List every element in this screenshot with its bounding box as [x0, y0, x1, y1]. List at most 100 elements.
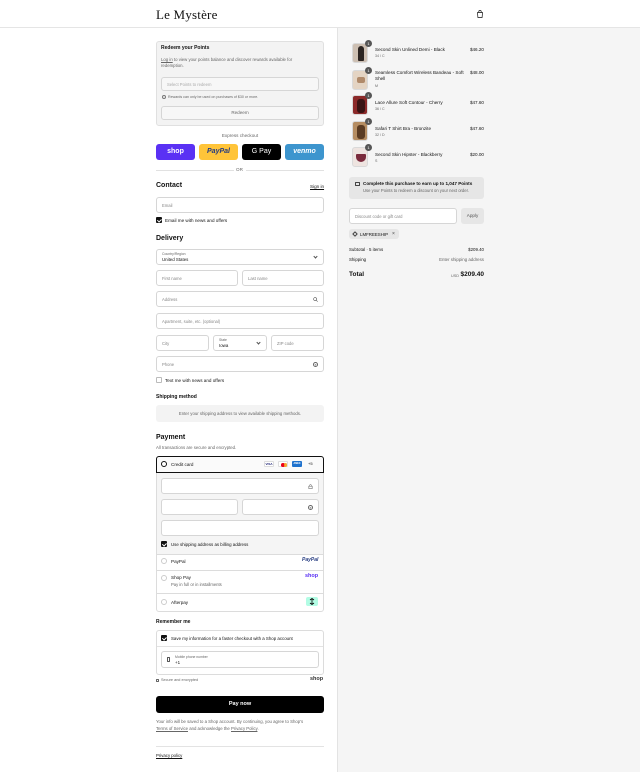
pay-now-button[interactable]: Pay now [156, 696, 324, 713]
email-field[interactable]: Email [156, 197, 324, 213]
chevron-down-icon [313, 254, 318, 259]
address-placeholder: Address [162, 297, 178, 302]
first-name-field[interactable]: First name [156, 270, 238, 286]
amex-icon: AMEX [292, 461, 302, 467]
terms-link[interactable]: Terms of Service [156, 726, 188, 731]
shop-pay-radio[interactable] [161, 575, 167, 581]
item-name: Second Skin Hipster - Blackberry [375, 152, 443, 157]
expiration-date-field[interactable] [161, 499, 238, 515]
delivery-title: Delivery [156, 235, 184, 242]
item-name: Seamless Comfort Wireless Bandeau - Soft… [375, 70, 464, 81]
legal-line1: Your info will be saved to a Shop accoun… [156, 719, 304, 724]
google-pay-label: G Pay [251, 148, 272, 155]
shipping-method-message: Enter your shipping address to view avai… [178, 411, 302, 416]
shop-pay-subtext: Pay in full or in installments [171, 582, 222, 587]
close-icon[interactable]: × [392, 231, 395, 237]
total-value: $209.40 [460, 271, 485, 278]
item-variant: 34 / C [375, 54, 385, 58]
mobile-phone-value: +1 [175, 660, 181, 665]
state-value: Iowa [219, 343, 229, 348]
email-offers-checkbox[interactable] [156, 217, 162, 223]
currency-code: USD [451, 274, 460, 278]
contact-title: Contact [156, 182, 183, 189]
last-name-placeholder: Last name [248, 276, 268, 281]
payment-title: Payment [156, 434, 186, 441]
shop-pay-label: shop [167, 148, 184, 155]
item-variant: S [375, 159, 378, 163]
shipping-value: Enter shipping address [439, 257, 484, 262]
legal-text: Your info will be saved to a Shop accoun… [156, 718, 324, 732]
paypal-label: PayPal [207, 148, 230, 155]
phone-placeholder: Phone [162, 362, 175, 367]
privacy-policy-link[interactable]: Privacy policy [156, 753, 182, 758]
shop-logo: shop [310, 676, 324, 682]
quantity-badge: 1 [365, 144, 372, 151]
divider [157, 554, 323, 555]
phone-field[interactable]: Phone ? [156, 356, 324, 372]
item-price: $48.00 [469, 70, 484, 75]
paypal-radio[interactable] [161, 558, 167, 564]
security-code-field[interactable]: ? [242, 499, 319, 515]
shipping-label: Shipping [349, 257, 367, 262]
points-select[interactable]: Select Points to redeem [161, 77, 319, 91]
item-name: Lace Allure Soft Contour - Cherry [375, 100, 443, 105]
login-link[interactable]: Log in [161, 57, 173, 62]
subtotal-label: Subtotal · 5 items [349, 247, 384, 252]
shop-pay-button[interactable]: shop [156, 144, 195, 160]
afterpay-option-label[interactable]: Afterpay [171, 600, 188, 605]
phone-icon [167, 657, 170, 662]
mobile-phone-field[interactable]: Mobile phone number +1 [161, 651, 319, 668]
apartment-field[interactable]: Apartment, suite, etc. (optional) [156, 313, 324, 329]
discount-code-field[interactable]: Discount code or gift card [349, 208, 457, 224]
zip-field[interactable]: ZIP code [271, 335, 324, 351]
city-field[interactable]: City [156, 335, 209, 351]
or-divider-right [246, 170, 324, 171]
venmo-button[interactable]: venmo [285, 144, 324, 160]
help-icon[interactable]: ? [313, 362, 318, 367]
country-select[interactable]: Country/Region United States [156, 249, 324, 265]
subtotal-value: $209.40 [468, 247, 484, 252]
points-select-placeholder: Select Points to redeem [167, 82, 212, 87]
info-icon [162, 95, 166, 99]
quantity-badge: 1 [365, 40, 372, 47]
email-offers-label: Email me with news and offers [165, 218, 228, 223]
points-banner: Complete this purchase to earn up to 1,0… [349, 177, 484, 199]
paypal-button[interactable]: PayPal [199, 144, 238, 160]
card-number-field[interactable] [161, 478, 319, 494]
credit-card-radio[interactable] [161, 461, 167, 467]
state-select[interactable]: State Iowa [213, 335, 267, 351]
save-info-checkbox[interactable] [161, 635, 167, 641]
address-field[interactable]: Address [156, 291, 324, 307]
country-value: United States [162, 257, 189, 262]
billing-same-checkbox[interactable] [161, 541, 167, 547]
redeem-button[interactable]: Redeem [161, 106, 319, 120]
text-offers-checkbox[interactable] [156, 377, 162, 383]
or-divider-left [156, 170, 234, 171]
mastercard-icon [278, 461, 288, 467]
secure-encrypted-text: Secure and encrypted [161, 678, 199, 682]
paypal-logo: PayPal [302, 557, 319, 563]
sign-in-link[interactable]: Sign in [310, 184, 324, 189]
name-on-card-field[interactable] [161, 520, 319, 536]
brand-logo[interactable]: Le Mystère [156, 7, 218, 23]
item-variant: 36 / C [375, 107, 385, 111]
apply-discount-button[interactable]: Apply [461, 208, 484, 224]
save-info-label: Save my information for a faster checkou… [171, 636, 293, 641]
paypal-option-label[interactable]: PayPal [171, 559, 186, 564]
lock-icon [308, 484, 313, 489]
item-variant: M [375, 84, 378, 88]
help-icon[interactable]: ? [308, 505, 313, 510]
afterpay-radio[interactable] [161, 599, 167, 605]
last-name-field[interactable]: Last name [242, 270, 324, 286]
privacy-link[interactable]: Privacy Policy [231, 726, 257, 731]
item-name: Safari T Shirt Bra - Bronzite [375, 126, 431, 131]
quantity-badge: 1 [365, 92, 372, 99]
redeem-description: Log in to view your points balance and d… [161, 57, 311, 69]
google-pay-button[interactable]: G Pay [242, 144, 281, 160]
search-icon [313, 297, 318, 302]
item-price: $47.60 [469, 100, 484, 105]
shop-pay-option-label[interactable]: Shop Pay [171, 575, 191, 580]
total-label: Total [349, 271, 365, 278]
shopping-bag-icon[interactable] [476, 10, 484, 18]
redeem-button-label: Redeem [231, 110, 249, 115]
